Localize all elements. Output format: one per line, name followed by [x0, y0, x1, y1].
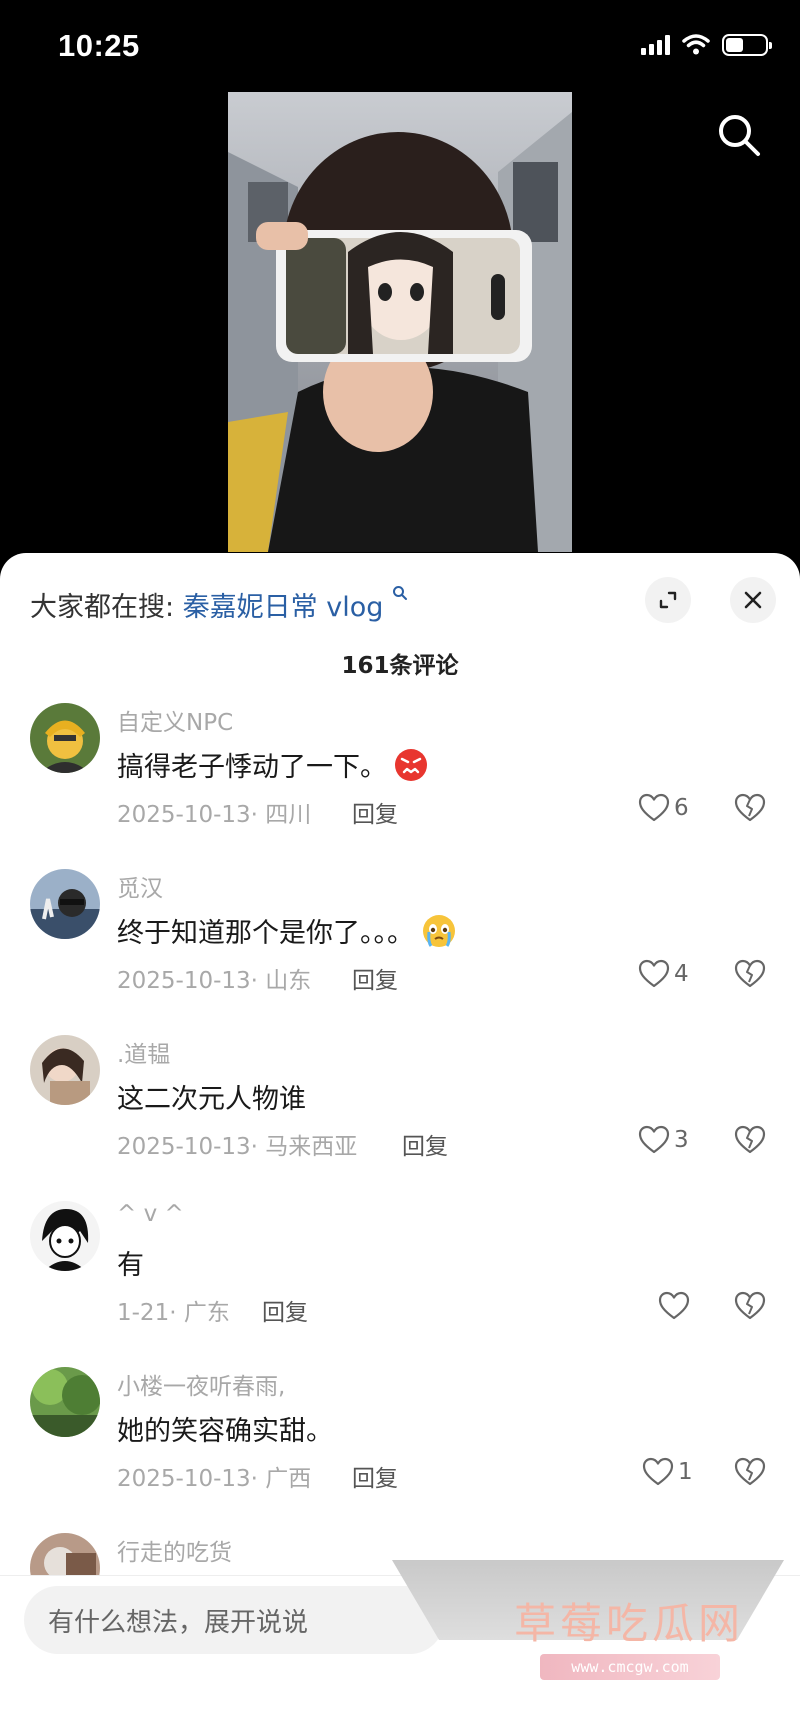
comment-text-body: 这二次元人物谁: [117, 1084, 306, 1115]
hot-search-label: 大家都在搜:: [30, 592, 183, 623]
comment-text-body: 有: [117, 1250, 144, 1281]
battery-level: [726, 38, 744, 52]
comment-sheet: 大家都在搜: 秦嘉妮日常 vlog 161条评论 自定义NPC 搞得老子悸动了一…: [0, 553, 800, 1733]
status-icons: [641, 34, 772, 56]
comment-username[interactable]: 小楼一夜听春雨,: [117, 1367, 285, 1401]
comment-username[interactable]: 觅汉: [117, 869, 163, 903]
comment-location: 马来西亚: [265, 1134, 358, 1160]
status-bar: 10:25: [0, 0, 800, 90]
like-button[interactable]: 4: [638, 959, 689, 989]
close-icon: [744, 591, 762, 609]
comment-meta: 2025-10-13· 四川: [117, 802, 312, 828]
watermark-logo: 草莓吃瓜网: [514, 1599, 745, 1648]
heart-icon: [638, 793, 670, 822]
comment-item: .道韫 这二次元人物谁 2025-10-13· 马来西亚 回复 3: [0, 1035, 800, 1195]
comment-username[interactable]: .道韫: [117, 1035, 170, 1069]
expand-button[interactable]: [645, 577, 691, 623]
like-button[interactable]: 1: [642, 1457, 693, 1487]
comment-location: 山东: [265, 968, 312, 994]
search-icon[interactable]: [714, 110, 764, 160]
avatar[interactable]: [30, 1201, 100, 1271]
comment-input[interactable]: 有什么想法，展开说说: [24, 1586, 444, 1654]
like-count: 4: [674, 961, 689, 987]
broken-heart-icon[interactable]: [734, 1125, 766, 1155]
like-button[interactable]: [658, 1291, 694, 1321]
wifi-icon: [682, 34, 710, 55]
avatar[interactable]: [30, 1367, 100, 1437]
like-count: 1: [678, 1459, 693, 1485]
reply-button[interactable]: 回复: [352, 961, 398, 995]
comment-date: 2025-10-13: [117, 1466, 251, 1492]
comment-item: 觅汉 终于知道那个是你了。。。 2025-10-13· 山东 回复 4: [0, 869, 800, 1029]
comment-username[interactable]: 行走的吃货: [117, 1533, 232, 1567]
expand-icon: [659, 591, 677, 609]
status-time: 10:25: [58, 28, 140, 63]
battery-icon: [722, 34, 772, 56]
comment-item: 自定义NPC 搞得老子悸动了一下。 2025-10-13· 四川 回复 6: [0, 703, 800, 863]
comment-text-body: 她的笑容确实甜。: [117, 1416, 333, 1447]
like-count: 6: [674, 795, 689, 821]
heart-icon: [638, 1125, 670, 1154]
comment-username[interactable]: 自定义NPC: [117, 703, 233, 737]
close-button[interactable]: [730, 577, 776, 623]
comment-date: 2025-10-13: [117, 1134, 251, 1160]
broken-heart-icon[interactable]: [734, 1457, 766, 1487]
comment-text: 这二次元人物谁: [117, 1077, 306, 1116]
angry-face-emoji: [395, 748, 427, 781]
comment-date: 1-21: [117, 1300, 170, 1326]
like-count: 3: [674, 1127, 689, 1153]
comment-location: 广东: [183, 1300, 230, 1326]
comment-item: ^ v ^ 有 1-21· 广东 回复: [0, 1201, 800, 1361]
comment-date: 2025-10-13: [117, 968, 251, 994]
comment-text: 搞得老子悸动了一下。: [117, 745, 429, 784]
comment-text-body: 搞得老子悸动了一下。: [117, 752, 387, 783]
comment-text: 有: [117, 1243, 144, 1282]
comment-location: 广西: [265, 1466, 312, 1492]
hot-search-term[interactable]: 秦嘉妮日常 vlog: [183, 592, 384, 623]
comment-text: 她的笑容确实甜。: [117, 1409, 333, 1448]
comment-meta: 2025-10-13· 马来西亚: [117, 1134, 358, 1160]
broken-heart-icon[interactable]: [734, 959, 766, 989]
comment-item: 小楼一夜听春雨, 她的笑容确实甜。 2025-10-13· 广西 回复 1: [0, 1367, 800, 1527]
broken-heart-icon[interactable]: [734, 1291, 766, 1321]
reply-button[interactable]: 回复: [402, 1127, 448, 1161]
watermark-url: www.cmcgw.com: [540, 1654, 720, 1680]
comment-meta: 2025-10-13· 广西: [117, 1466, 312, 1492]
reply-button[interactable]: 回复: [352, 795, 398, 829]
comment-location: 四川: [265, 802, 312, 828]
comment-count: 161条评论: [341, 653, 459, 679]
video-player[interactable]: [228, 92, 572, 552]
comment-meta: 2025-10-13· 山东: [117, 968, 312, 994]
comment-text: 终于知道那个是你了。。。: [117, 911, 458, 950]
search-icon: [393, 586, 408, 600]
heart-icon: [638, 959, 670, 988]
like-button[interactable]: 6: [638, 793, 689, 823]
signal-icon: [641, 35, 670, 55]
reply-button[interactable]: 回复: [352, 1459, 398, 1493]
broken-heart-icon[interactable]: [734, 793, 766, 823]
avatar[interactable]: [30, 1035, 100, 1105]
heart-icon: [658, 1291, 690, 1320]
heart-icon: [642, 1457, 674, 1486]
comment-text-body: 终于知道那个是你了。。。: [117, 918, 414, 949]
crying-face-emoji: [423, 914, 455, 947]
comment-meta: 1-21· 广东: [117, 1300, 230, 1326]
video-frame-image: [228, 92, 572, 552]
reply-button[interactable]: 回复: [262, 1293, 308, 1327]
avatar[interactable]: [30, 703, 100, 773]
like-button[interactable]: 3: [638, 1125, 689, 1155]
comment-username[interactable]: ^ v ^: [117, 1201, 184, 1227]
hot-search-bar[interactable]: 大家都在搜: 秦嘉妮日常 vlog: [30, 585, 408, 624]
avatar[interactable]: [30, 869, 100, 939]
comment-date: 2025-10-13: [117, 802, 251, 828]
